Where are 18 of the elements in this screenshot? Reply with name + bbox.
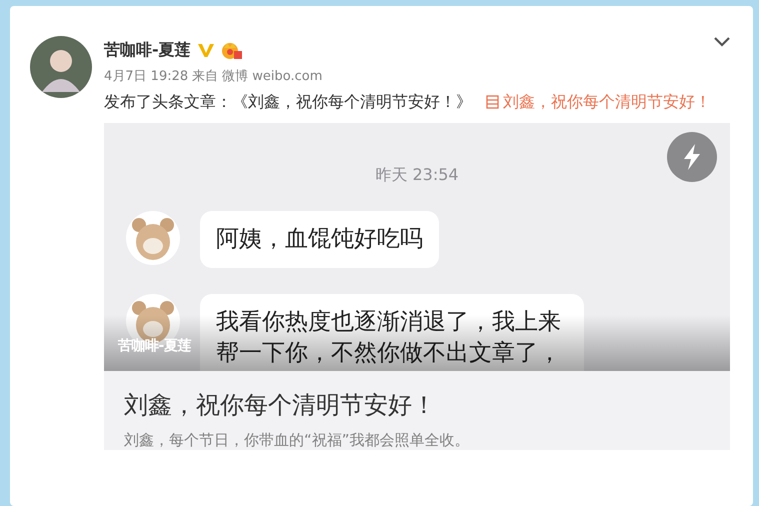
article-link[interactable]: 刘鑫，祝你每个清明节安好！: [486, 92, 711, 111]
chevron-down-icon[interactable]: [713, 36, 731, 48]
chat-bubble: 阿姨，血馄饨好吃吗: [200, 211, 439, 268]
crown-badge-icon[interactable]: [220, 40, 243, 60]
chat-timestamp: 昨天 23:54: [375, 164, 459, 186]
avatar[interactable]: [30, 36, 92, 98]
post-source[interactable]: 微博 weibo.com: [222, 67, 322, 85]
article-summary: 刘鑫，每个节日，你带血的“祝福”我都会照单全收。: [123, 430, 471, 450]
bear-avatar-icon: [126, 211, 180, 265]
lightning-button[interactable]: [667, 132, 717, 182]
source-label: 来自: [192, 68, 218, 85]
chat-bubble: 我看你热度也逐渐消退了，我上来帮一下你，不然你做不出文章了，: [200, 294, 584, 371]
cover-caption: 苦咖啡-夏莲: [118, 337, 191, 355]
article-icon: [486, 95, 499, 109]
author-name[interactable]: 苦咖啡-夏莲: [104, 40, 191, 60]
post-text: 发布了头条文章：《刘鑫，祝你每个清明节安好！》 刘鑫，祝你每个清明节安好！: [104, 91, 712, 113]
article-title: 刘鑫，祝你每个清明节安好！: [123, 390, 437, 421]
post-time[interactable]: 4月7日 19:28: [104, 67, 188, 85]
